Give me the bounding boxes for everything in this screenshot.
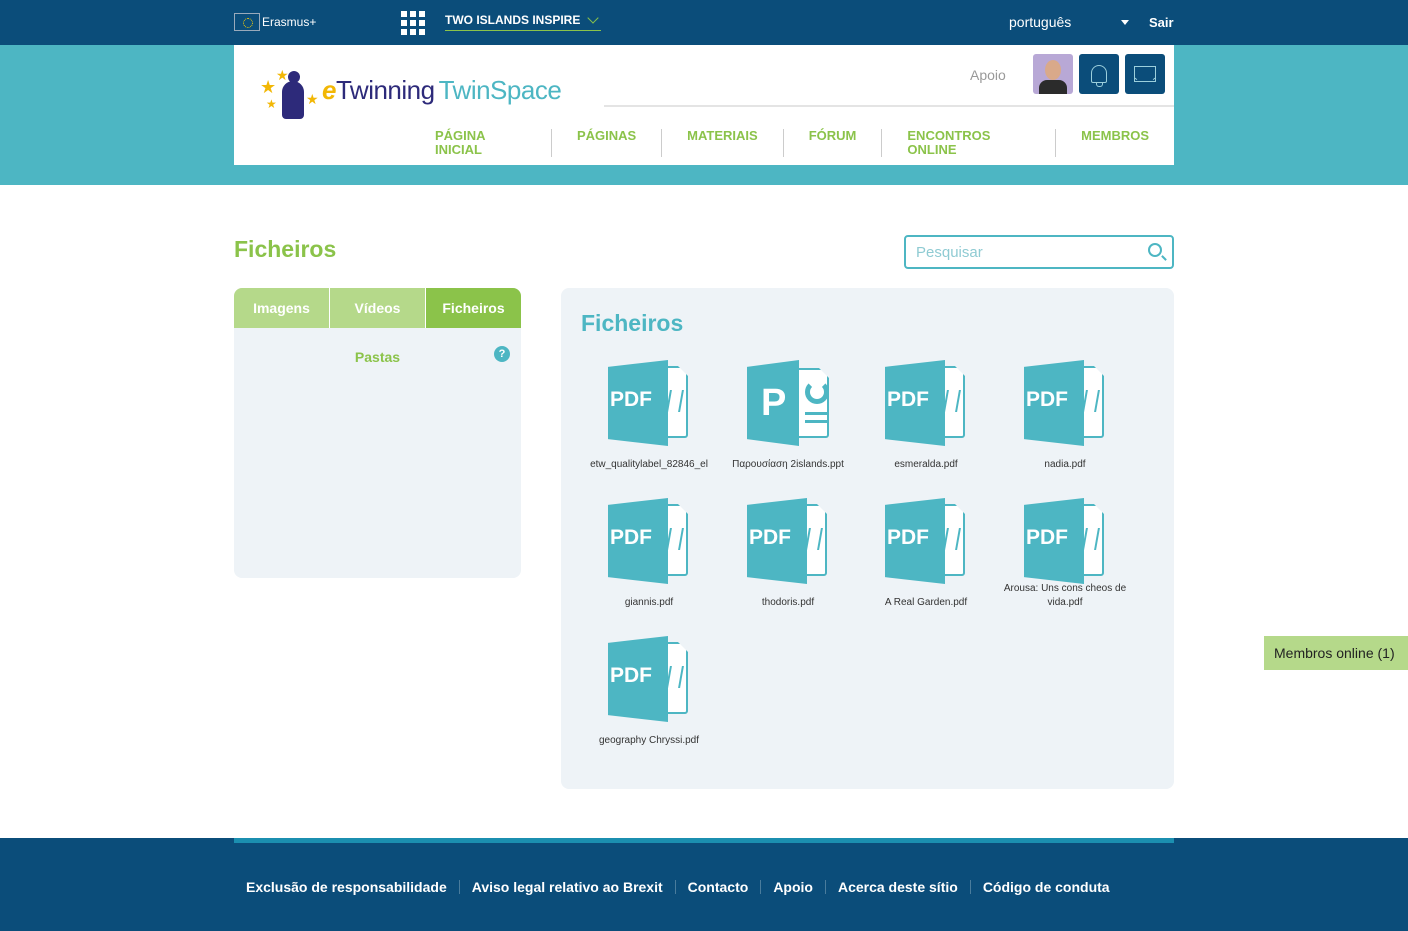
envelope-icon [1134, 66, 1156, 82]
file-item[interactable]: PDF geography Chryssi.pdf [581, 636, 717, 748]
help-icon[interactable]: ? [494, 346, 510, 362]
file-name: nadia.pdf [1044, 459, 1086, 470]
footer-accent-bar [234, 838, 1174, 843]
search-input[interactable] [916, 243, 1136, 261]
file-item[interactable]: PDF etw_qualitylabel_82846_el [581, 360, 717, 472]
file-item[interactable]: PDF Arousa: Uns cons cheos de vida.pdf [997, 498, 1133, 610]
file-item[interactable]: PDF thodoris.pdf [720, 498, 856, 610]
caret-down-icon [1121, 20, 1129, 25]
project-selector[interactable]: TWO ISLANDS INSPIRE [445, 12, 601, 31]
file-name: etw_qualitylabel_82846_el [590, 459, 708, 470]
pdf-file-icon: PDF [747, 498, 829, 584]
tab-videos[interactable]: Vídeos [330, 288, 426, 328]
tab-files[interactable]: Ficheiros [426, 288, 521, 328]
top-bar: Erasmus+ TWO ISLANDS INSPIRE português S… [0, 0, 1408, 45]
file-name: Παρουσίαση 2islands.ppt [732, 459, 844, 470]
media-sidebar: Imagens Vídeos Ficheiros Pastas ? [234, 288, 521, 578]
messages-button[interactable] [1125, 54, 1165, 94]
nav-item-home[interactable]: PÁGINA INICIAL [410, 129, 551, 157]
footer-link-brexit[interactable]: Aviso legal relativo ao Brexit [458, 880, 675, 894]
bell-icon [1091, 65, 1107, 87]
project-name: TWO ISLANDS INSPIRE [445, 13, 581, 27]
language-select[interactable]: português [1009, 14, 1129, 30]
file-name: geography Chryssi.pdf [598, 735, 700, 746]
header: ★ ★ ★ ★ eTwinning TwinSpace Apoio PÁGINA INI… [234, 45, 1174, 165]
pdf-file-icon: PDF [608, 498, 690, 584]
footer-links: Exclusão de responsabilidade Aviso legal… [234, 880, 1122, 894]
files-title: Ficheiros [581, 310, 684, 336]
pdf-file-icon: PDF [1024, 498, 1106, 584]
nav-item-forum[interactable]: FÓRUM [782, 129, 882, 157]
avatar[interactable] [1033, 54, 1073, 94]
pdf-file-icon: PDF [608, 360, 690, 446]
footer-link-contact[interactable]: Contacto [674, 880, 761, 894]
files-panel: Ficheiros PDF etw_qualitylabel_82846_el … [561, 288, 1174, 789]
page-title: Ficheiros [234, 236, 337, 262]
main-nav: PÁGINA INICIAL PÁGINAS MATERIAIS FÓRUM E… [410, 129, 1174, 157]
nav-item-online-meetings[interactable]: ENCONTROS ONLINE [881, 129, 1055, 157]
media-tabs: Imagens Vídeos Ficheiros [234, 288, 521, 328]
notifications-button[interactable] [1079, 54, 1119, 94]
pdf-file-icon: PDF [885, 360, 967, 446]
nav-item-pages[interactable]: PÁGINAS [550, 129, 661, 157]
powerpoint-file-icon: P [747, 360, 829, 446]
tab-images[interactable]: Imagens [234, 288, 330, 328]
file-item[interactable]: P Παρουσίαση 2islands.ppt [720, 360, 856, 472]
file-item[interactable]: PDF giannis.pdf [581, 498, 717, 610]
pdf-file-icon: PDF [608, 636, 690, 722]
apps-grid-icon[interactable] [401, 11, 425, 35]
pdf-file-icon: PDF [885, 498, 967, 584]
members-online-button[interactable]: Membros online (1) [1264, 636, 1408, 670]
footer-link-support[interactable]: Apoio [760, 880, 825, 894]
file-name: Arousa: Uns cons cheos de vida.pdf [1003, 583, 1127, 608]
file-item[interactable]: PDF A Real Garden.pdf [858, 498, 994, 610]
footer-link-about[interactable]: Acerca deste sítio [824, 880, 970, 894]
etwinning-logo[interactable]: ★ ★ ★ ★ eTwinning TwinSpace [258, 67, 562, 125]
language-value: português [1009, 14, 1072, 30]
folders-label: Pastas [354, 349, 401, 365]
support-link[interactable]: Apoio [970, 67, 1006, 83]
search-box [904, 235, 1174, 269]
etwinning-logo-icon: ★ ★ ★ ★ [258, 67, 328, 125]
chevron-down-icon [587, 12, 599, 24]
erasmus-logo[interactable]: Erasmus+ [234, 13, 316, 31]
footer-link-code-of-conduct[interactable]: Código de conduta [969, 880, 1122, 894]
search-icon[interactable] [1148, 243, 1162, 257]
header-divider [604, 105, 1174, 107]
erasmus-label: Erasmus+ [262, 15, 317, 29]
file-name: A Real Garden.pdf [884, 597, 968, 608]
file-name: esmeralda.pdf [894, 459, 958, 470]
file-name: thodoris.pdf [761, 597, 815, 608]
nav-item-materials[interactable]: MATERIAIS [661, 129, 783, 157]
pdf-file-icon: PDF [1024, 360, 1106, 446]
file-name: giannis.pdf [624, 597, 674, 608]
file-item[interactable]: PDF nadia.pdf [997, 360, 1133, 472]
file-item[interactable]: PDF esmeralda.pdf [858, 360, 994, 472]
logo-text: eTwinning TwinSpace [322, 74, 562, 105]
footer-link-disclaimer[interactable]: Exclusão de responsabilidade [234, 880, 459, 894]
logout-link[interactable]: Sair [1149, 15, 1174, 30]
nav-item-members[interactable]: MEMBROS [1055, 129, 1174, 157]
eu-flag-icon [234, 13, 260, 31]
